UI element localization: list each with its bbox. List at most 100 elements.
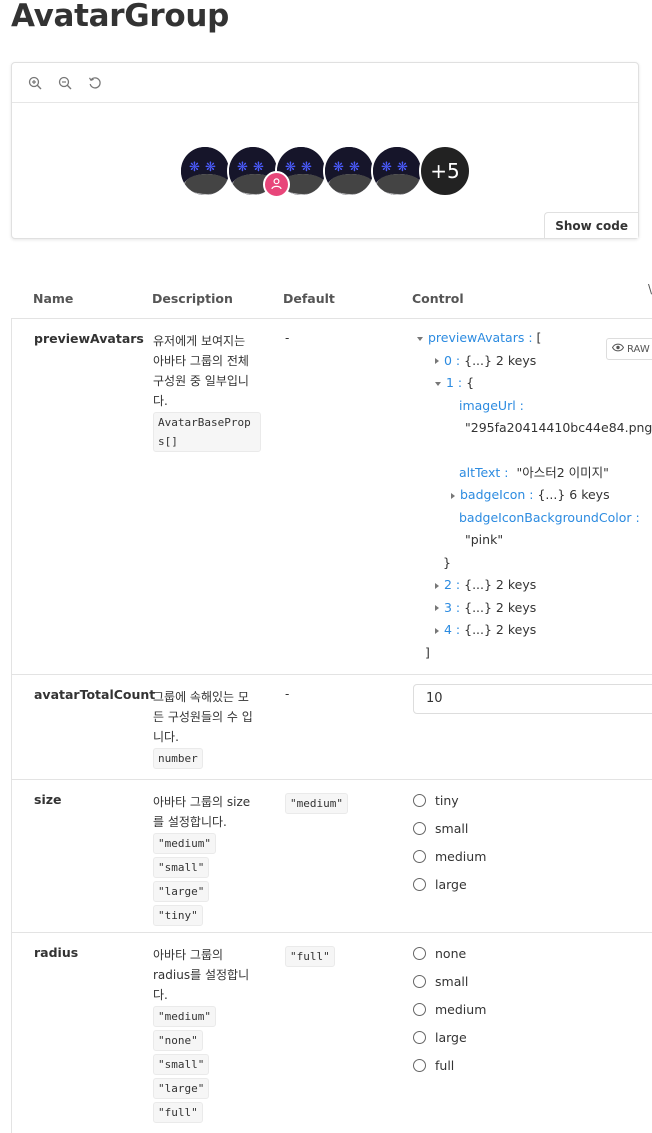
avatar[interactable]: ❋ ❋ bbox=[371, 145, 423, 197]
prop-type: "none" bbox=[153, 1030, 203, 1051]
desc-line: 다. bbox=[153, 988, 168, 1002]
preview-toolbar bbox=[12, 63, 638, 103]
json-item[interactable]: 1 : { bbox=[417, 372, 652, 395]
raw-toggle-button[interactable]: RAW bbox=[606, 338, 652, 360]
radio-label: large bbox=[435, 876, 467, 892]
default-value: "medium" bbox=[285, 793, 348, 814]
json-key: badgeIconBackgroundColor bbox=[459, 509, 632, 525]
expand-icon bbox=[435, 605, 439, 611]
desc-line: 든 구성원들의 수 입 bbox=[153, 710, 253, 724]
json-key: badgeIcon bbox=[460, 487, 526, 502]
user-icon bbox=[270, 175, 283, 194]
json-key: previewAvatars bbox=[428, 330, 525, 345]
svg-text:❋: ❋ bbox=[285, 160, 296, 175]
prop-type: number bbox=[153, 748, 203, 769]
svg-text:❋: ❋ bbox=[381, 160, 392, 175]
json-key: 3 bbox=[444, 599, 452, 615]
radio-circle bbox=[413, 877, 426, 891]
avatar[interactable]: ❋ ❋ bbox=[179, 145, 231, 197]
radio-circle bbox=[413, 974, 426, 988]
show-code-button[interactable]: Show code bbox=[544, 212, 638, 238]
desc-line: 를 설정합니다. bbox=[153, 815, 227, 829]
default-value: "full" bbox=[285, 946, 335, 967]
prop-type: AvatarBaseProps[] bbox=[153, 412, 261, 452]
json-item[interactable]: 4 : {...} 2 keys bbox=[417, 619, 652, 642]
json-key: imageUrl bbox=[459, 397, 516, 413]
json-bracket: { bbox=[466, 375, 475, 390]
props-table: Name Description Default Control preview… bbox=[11, 280, 652, 1133]
json-summary: {...} 2 keys bbox=[464, 622, 537, 637]
header-description: Description bbox=[152, 291, 233, 306]
radio-circle bbox=[413, 793, 426, 807]
zoom-in-icon[interactable] bbox=[26, 74, 44, 92]
radio-label: full bbox=[435, 1057, 455, 1073]
desc-line: 니다. bbox=[153, 730, 179, 744]
prop-name: radius bbox=[34, 945, 79, 960]
json-bracket: } bbox=[443, 554, 451, 570]
prop-type: "large" bbox=[153, 881, 210, 902]
radio-none[interactable]: none bbox=[413, 939, 486, 967]
json-item[interactable]: 3 : {...} 2 keys bbox=[417, 597, 652, 620]
json-key: altText bbox=[459, 464, 501, 480]
json-bracket: [ bbox=[536, 330, 542, 345]
radio-circle bbox=[413, 1030, 426, 1044]
radio-medium[interactable]: medium bbox=[413, 995, 486, 1023]
table-row: size 아바타 그룹의 size 를 설정합니다. "medium" "sma… bbox=[12, 780, 652, 933]
radio-medium[interactable]: medium bbox=[413, 842, 486, 870]
prop-default: - bbox=[285, 687, 290, 701]
radius-radio-group: none small medium large full bbox=[413, 939, 486, 1079]
radio-tiny[interactable]: tiny bbox=[413, 786, 486, 814]
svg-text:❋: ❋ bbox=[237, 160, 248, 175]
radio-small[interactable]: small bbox=[413, 967, 486, 995]
radio-label: none bbox=[435, 945, 467, 961]
prop-description: 그룹에 속해있는 모 든 구성원들의 수 입 니다. number bbox=[153, 687, 257, 771]
radio-label: medium bbox=[435, 848, 487, 864]
radio-full[interactable]: full bbox=[413, 1051, 486, 1079]
prop-description: 유저에게 보여지는 아바타 그룹의 전체 구성원 중 일부입니 다. Avata… bbox=[153, 331, 261, 454]
prop-description: 아바타 그룹의 size 를 설정합니다. "medium" "small" "… bbox=[153, 792, 257, 928]
json-key: 2 bbox=[444, 577, 452, 592]
json-field[interactable]: badgeIcon : {...} 6 keys bbox=[417, 484, 652, 507]
radio-large[interactable]: large bbox=[413, 1023, 486, 1051]
reset-zoom-icon[interactable] bbox=[86, 74, 104, 92]
svg-text:❋: ❋ bbox=[205, 160, 216, 175]
table-body: previewAvatars 유저에게 보여지는 아바타 그룹의 전체 구성원 … bbox=[11, 318, 652, 1133]
zoom-out-icon[interactable] bbox=[56, 74, 74, 92]
radio-large[interactable]: large bbox=[413, 870, 486, 898]
more-avatars-count[interactable]: +5 bbox=[419, 145, 471, 197]
json-field[interactable]: altText : "아스터2 이미지" bbox=[417, 462, 652, 485]
expand-icon bbox=[435, 358, 439, 364]
prop-type: "small" bbox=[153, 1054, 210, 1075]
table-row: radius 아바타 그룹의 radius를 설정합니 다. "medium" … bbox=[12, 933, 652, 1133]
avatar[interactable]: ❋ ❋ bbox=[323, 145, 375, 197]
radio-circle bbox=[413, 1002, 426, 1016]
header-default: Default bbox=[283, 291, 335, 306]
svg-text:❋: ❋ bbox=[349, 160, 360, 175]
radio-small[interactable]: small bbox=[413, 814, 486, 842]
json-field[interactable]: badgeIconBackgroundColor : bbox=[417, 507, 652, 530]
json-summary: {...} 6 keys bbox=[537, 487, 610, 502]
prop-description: 아바타 그룹의 radius를 설정합니 다. "medium" "none" … bbox=[153, 945, 257, 1125]
header-control: Control bbox=[412, 291, 464, 306]
radio-circle bbox=[413, 946, 426, 960]
json-value[interactable]: "pink" bbox=[417, 529, 652, 552]
prop-type: "large" bbox=[153, 1078, 210, 1099]
json-item[interactable]: 2 : {...} 2 keys bbox=[417, 574, 652, 597]
json-value[interactable]: "295fa20414410bc44e84.png" bbox=[417, 417, 652, 440]
json-key: 4 bbox=[444, 622, 452, 637]
raw-label: RAW bbox=[627, 343, 650, 355]
table-row: previewAvatars 유저에게 보여지는 아바타 그룹의 전체 구성원 … bbox=[12, 319, 652, 675]
prop-type: "tiny" bbox=[153, 905, 203, 926]
prop-type: "small" bbox=[153, 857, 210, 878]
prop-name: avatarTotalCount bbox=[34, 687, 156, 702]
json-key: 0 bbox=[444, 352, 452, 368]
table-header: Name Description Default Control bbox=[11, 280, 652, 318]
json-summary: {...} 2 keys bbox=[464, 577, 537, 592]
json-summary: {...} 2 keys bbox=[464, 352, 537, 368]
page-title: AvatarGroup bbox=[11, 0, 230, 34]
desc-line: 구성원 중 일부입니 bbox=[153, 374, 249, 388]
radio-circle bbox=[413, 821, 426, 835]
radio-label: large bbox=[435, 1029, 467, 1045]
json-field[interactable]: imageUrl : bbox=[417, 395, 652, 418]
total-count-input[interactable]: 10 bbox=[413, 684, 652, 714]
